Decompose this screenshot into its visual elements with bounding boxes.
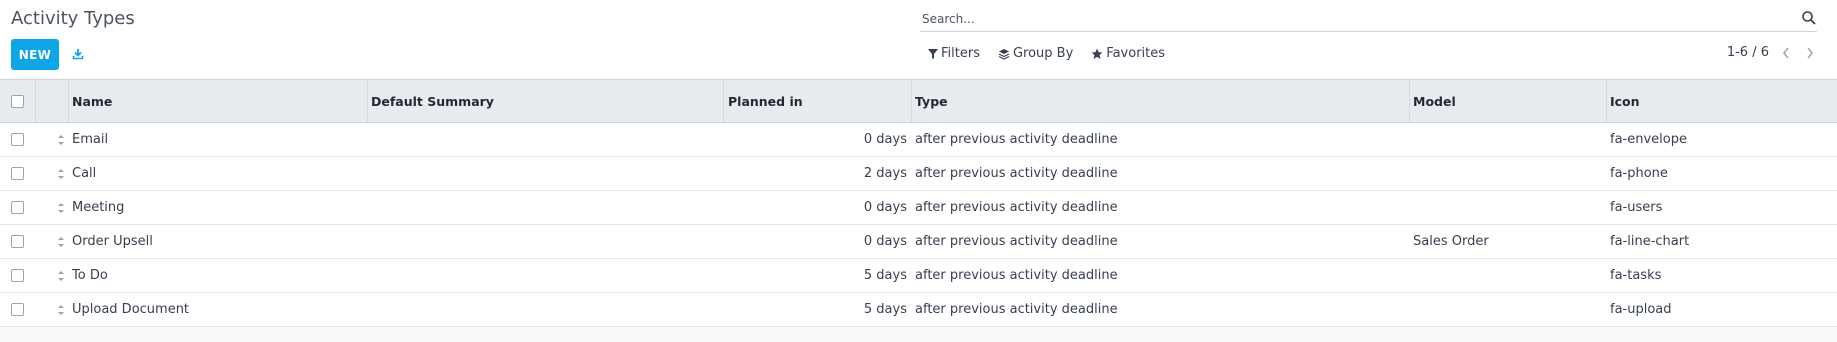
cell-icon: fa-upload: [1610, 302, 1672, 317]
column-divider: [1409, 80, 1410, 122]
download-icon: [72, 49, 84, 60]
drag-handle[interactable]: [56, 123, 66, 156]
cell-icon: fa-phone: [1610, 166, 1668, 181]
column-divider: [1606, 80, 1607, 122]
row-checkbox[interactable]: [11, 235, 24, 248]
select-all-cell: [11, 80, 24, 122]
table-body: Email 0 days after previous activity dea…: [0, 123, 1837, 327]
cell-name: To Do: [72, 268, 108, 283]
cell-icon: fa-users: [1610, 200, 1663, 215]
table-row[interactable]: Upload Document 5 days after previous ac…: [0, 293, 1837, 327]
new-button[interactable]: NEW: [11, 39, 59, 70]
drag-handle-icon: [58, 202, 64, 213]
row-select-cell: [11, 123, 24, 156]
row-select-cell: [11, 259, 24, 292]
table-row[interactable]: Email 0 days after previous activity dea…: [0, 123, 1837, 157]
row-checkbox[interactable]: [11, 167, 24, 180]
group-by-button[interactable]: Group By: [998, 46, 1073, 61]
cell-type: after previous activity deadline: [915, 234, 1118, 249]
chevron-left-icon: [1783, 47, 1789, 58]
search-input[interactable]: [922, 9, 1782, 29]
row-select-cell: [11, 157, 24, 190]
drag-handle[interactable]: [56, 191, 66, 224]
pager-value[interactable]: 1-6 / 6: [1727, 45, 1769, 60]
cell-icon: fa-line-chart: [1610, 234, 1690, 249]
cell-planned-in: 0 days: [863, 200, 907, 215]
cell-name: Email: [72, 132, 109, 147]
column-header-default-summary[interactable]: Default Summary: [371, 80, 494, 122]
cell-planned-in: 5 days: [863, 268, 907, 283]
cell-type: after previous activity deadline: [915, 132, 1118, 147]
table-row[interactable]: To Do 5 days after previous activity dea…: [0, 259, 1837, 293]
star-icon: [1091, 48, 1103, 59]
pager-next-button[interactable]: [1803, 46, 1817, 60]
page-title: Activity Types: [11, 8, 135, 29]
cell-name: Upload Document: [72, 302, 190, 317]
search-options: Filters Group By Favorites: [928, 46, 1165, 61]
drag-handle[interactable]: [56, 225, 66, 258]
layers-icon: [998, 48, 1010, 60]
select-all-checkbox[interactable]: [11, 94, 24, 108]
drag-handle-icon: [58, 168, 64, 179]
column-divider: [723, 80, 724, 122]
row-checkbox[interactable]: [11, 133, 24, 146]
control-panel: Activity Types NEW Filters Group By: [0, 0, 1837, 79]
column-header-name[interactable]: Name: [72, 80, 112, 122]
cell-name: Meeting: [72, 200, 125, 215]
cell-model: Sales Order: [1413, 234, 1489, 249]
filter-icon: [928, 48, 938, 59]
drag-handle-icon: [58, 270, 64, 281]
filters-button[interactable]: Filters: [928, 46, 980, 61]
drag-handle-icon: [58, 134, 64, 145]
table-row[interactable]: Order Upsell 0 days after previous activ…: [0, 225, 1837, 259]
table-row[interactable]: Meeting 0 days after previous activity d…: [0, 191, 1837, 225]
cell-icon: fa-tasks: [1610, 268, 1662, 283]
cell-type: after previous activity deadline: [915, 200, 1118, 215]
pager-previous-button[interactable]: [1779, 46, 1793, 60]
favorites-label: Favorites: [1106, 46, 1166, 61]
column-header-type[interactable]: Type: [915, 80, 948, 122]
column-divider: [911, 80, 912, 122]
table-row[interactable]: Call 2 days after previous activity dead…: [0, 157, 1837, 191]
cell-planned-in: 2 days: [863, 166, 907, 181]
cell-name: Order Upsell: [72, 234, 153, 249]
drag-handle[interactable]: [56, 157, 66, 190]
row-select-cell: [11, 293, 24, 326]
cell-planned-in: 0 days: [863, 234, 907, 249]
row-checkbox[interactable]: [11, 303, 24, 316]
cell-type: after previous activity deadline: [915, 268, 1118, 283]
search-icon[interactable]: [1801, 10, 1817, 26]
column-header-icon[interactable]: Icon: [1610, 80, 1640, 122]
favorites-button[interactable]: Favorites: [1091, 46, 1165, 61]
drag-handle-icon: [58, 304, 64, 315]
search-bar: [920, 6, 1817, 32]
pager: 1-6 / 6: [1727, 45, 1817, 60]
table-header: Name Default Summary Planned in Type Mod…: [0, 79, 1837, 123]
column-header-model[interactable]: Model: [1413, 80, 1456, 122]
row-select-cell: [11, 225, 24, 258]
drag-handle-icon: [58, 236, 64, 247]
filters-label: Filters: [941, 46, 980, 61]
group-by-label: Group By: [1012, 46, 1074, 61]
download-button[interactable]: [66, 43, 90, 65]
column-divider: [68, 80, 69, 122]
cell-type: after previous activity deadline: [915, 302, 1118, 317]
cell-planned-in: 5 days: [863, 302, 907, 317]
drag-handle[interactable]: [56, 293, 66, 326]
list-table: Name Default Summary Planned in Type Mod…: [0, 79, 1837, 327]
drag-handle[interactable]: [56, 259, 66, 292]
row-select-cell: [11, 191, 24, 224]
chevron-right-icon: [1807, 47, 1813, 58]
row-checkbox[interactable]: [11, 269, 24, 282]
cell-type: after previous activity deadline: [915, 166, 1118, 181]
column-divider: [367, 80, 368, 122]
cell-icon: fa-envelope: [1610, 132, 1687, 147]
column-header-planned-in[interactable]: Planned in: [728, 80, 803, 122]
row-checkbox[interactable]: [11, 201, 24, 214]
cell-planned-in: 0 days: [863, 132, 907, 147]
cell-name: Call: [72, 166, 97, 181]
column-divider: [35, 80, 36, 122]
